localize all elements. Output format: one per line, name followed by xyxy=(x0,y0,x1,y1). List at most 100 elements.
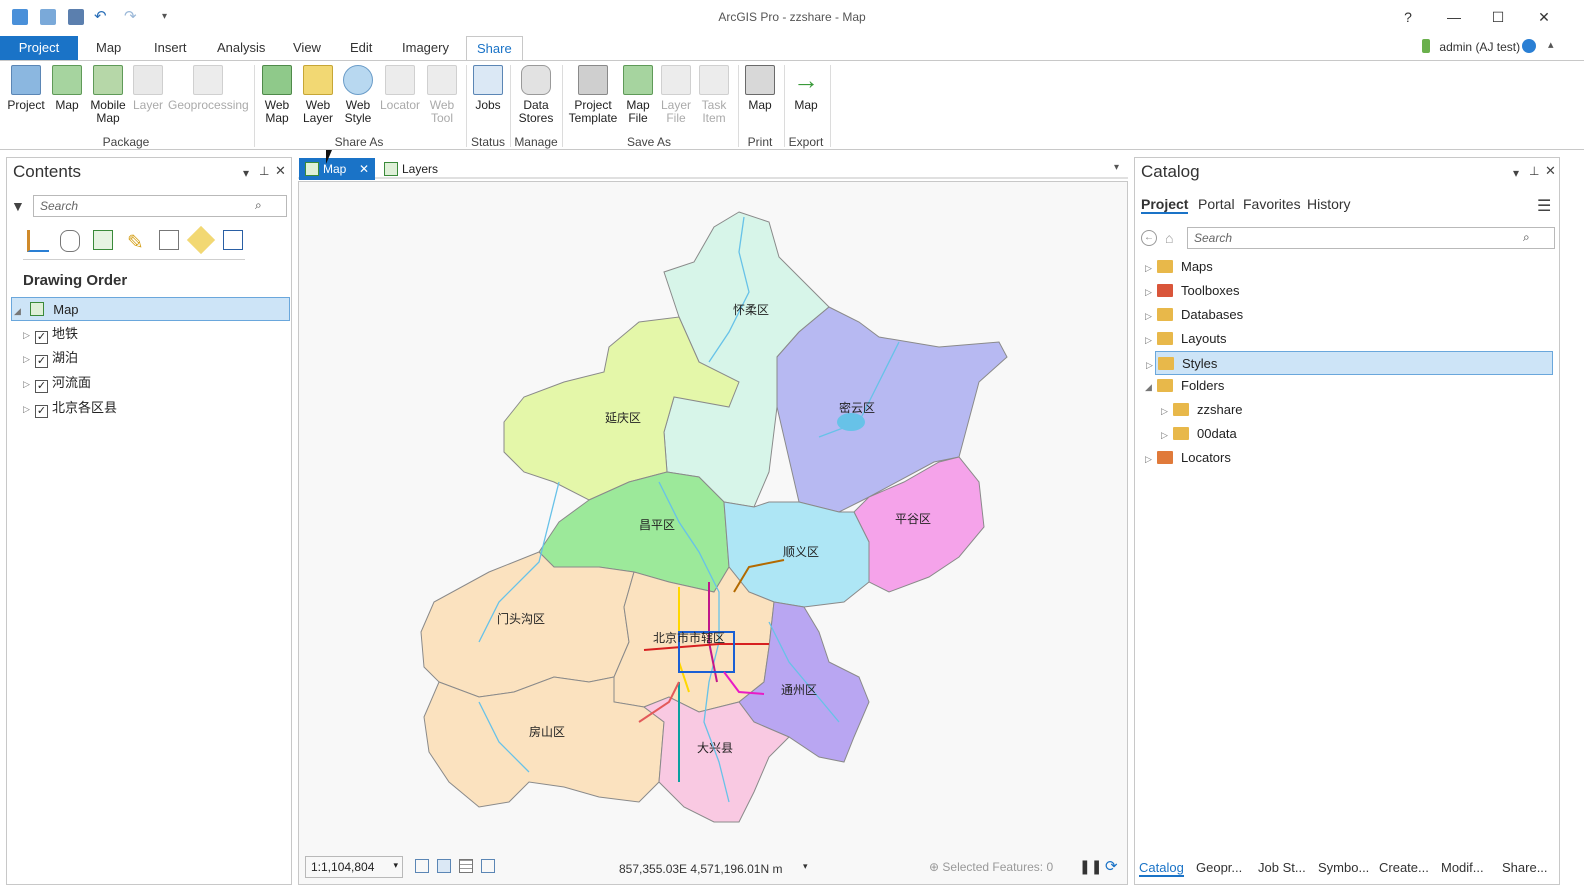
search-icon[interactable]: ⌕ xyxy=(1523,230,1530,245)
help-button[interactable]: ? xyxy=(1394,6,1422,28)
visibility-checkbox[interactable]: ✓ xyxy=(35,355,48,368)
expand-arrow-icon[interactable]: ▷ xyxy=(1161,399,1173,423)
pin-icon[interactable]: ⊥ xyxy=(259,164,269,178)
share-locator-button[interactable]: Locator xyxy=(378,65,422,112)
catalog-tab-portal[interactable]: Portal xyxy=(1198,196,1235,212)
package-geoprocessing-button[interactable]: Geoprocessing xyxy=(168,65,249,112)
catalog-item-folders[interactable]: ◢ Folders xyxy=(1145,374,1224,398)
package-map-button[interactable]: Map xyxy=(50,65,84,112)
maximize-button[interactable]: ☐ xyxy=(1484,6,1512,28)
layer-item[interactable]: ▷ ✓ 河流面 xyxy=(23,371,91,395)
catalog-item-toolboxes[interactable]: ▷ Toolboxes xyxy=(1145,279,1240,303)
expand-arrow-icon[interactable]: ▷ xyxy=(1145,280,1157,304)
bottom-tab-symbology[interactable]: Symbo... xyxy=(1318,860,1369,875)
map-file-button[interactable]: Map File xyxy=(622,65,654,125)
tab-map[interactable]: Map xyxy=(86,36,131,60)
catalog-item-maps[interactable]: ▷ Maps xyxy=(1145,255,1213,279)
pane-options-icon[interactable]: ▾ xyxy=(1513,166,1519,180)
map-view[interactable]: 怀柔区 密云区 延庆区 平谷区 昌平区 顺义区 门头沟区 北京市市辖区 通州区 … xyxy=(298,181,1128,885)
catalog-item-databases[interactable]: ▷ Databases xyxy=(1145,303,1243,327)
tab-analysis[interactable]: Analysis xyxy=(207,36,275,60)
catalog-tab-project[interactable]: Project xyxy=(1141,196,1189,214)
share-web-map-button[interactable]: Web Map xyxy=(260,65,294,125)
close-button[interactable]: ✕ xyxy=(1530,6,1558,28)
task-item-button[interactable]: Task Item xyxy=(696,65,732,125)
project-template-button[interactable]: Project Template xyxy=(566,65,620,125)
list-by-snapping-icon[interactable] xyxy=(159,230,179,250)
catalog-item-locators[interactable]: ▷ Locators xyxy=(1145,446,1231,470)
expand-arrow-icon[interactable]: ▷ xyxy=(1145,447,1157,471)
visibility-checkbox[interactable]: ✓ xyxy=(35,331,48,344)
pane-options-icon[interactable]: ▾ xyxy=(243,166,249,180)
bottom-tab-modify[interactable]: Modif... xyxy=(1441,860,1484,875)
tab-share[interactable]: Share xyxy=(466,36,523,61)
hamburger-menu-icon[interactable]: ☰ xyxy=(1537,196,1551,216)
expand-arrow-icon[interactable]: ▷ xyxy=(23,397,35,421)
pin-icon[interactable]: ⊥ xyxy=(1529,164,1539,178)
layer-item[interactable]: ▷ ✓ 湖泊 xyxy=(23,346,78,370)
tab-imagery[interactable]: Imagery xyxy=(392,36,459,60)
package-project-button[interactable]: Project xyxy=(6,65,46,112)
export-map-button[interactable]: → Map xyxy=(788,65,824,112)
refresh-icon[interactable]: ⟳ xyxy=(1105,857,1118,875)
layer-item[interactable]: ▷ ✓ 地铁 xyxy=(23,322,78,346)
back-icon[interactable]: ← xyxy=(1141,230,1157,246)
catalog-item-layouts[interactable]: ▷ Layouts xyxy=(1145,327,1227,351)
catalog-item-zzshare[interactable]: ▷ zzshare xyxy=(1161,398,1243,422)
package-layer-button[interactable]: Layer xyxy=(132,65,164,112)
collapse-ribbon-icon[interactable]: ▴ xyxy=(1548,38,1554,51)
close-tab-icon[interactable]: ✕ xyxy=(359,158,369,180)
collapse-arrow-icon[interactable]: ◢ xyxy=(1145,375,1157,399)
search-icon[interactable]: ⌕ xyxy=(255,198,262,213)
grid-icon[interactable] xyxy=(459,859,473,873)
share-web-tool-button[interactable]: Web Tool xyxy=(424,65,460,125)
close-icon[interactable]: ✕ xyxy=(1545,163,1556,179)
bottom-tab-catalog[interactable]: Catalog xyxy=(1139,860,1184,877)
map-canvas[interactable]: 怀柔区 密云区 延庆区 平谷区 昌平区 顺义区 门头沟区 北京市市辖区 通州区 … xyxy=(299,182,1127,852)
expand-arrow-icon[interactable]: ▷ xyxy=(23,347,35,371)
tab-layers-view[interactable]: Layers xyxy=(378,158,448,180)
layer-item[interactable]: ▷ ✓ 北京各区县 xyxy=(23,396,117,420)
expand-arrow-icon[interactable]: ▷ xyxy=(1161,423,1173,447)
minimize-button[interactable]: — xyxy=(1440,6,1468,28)
expand-arrow-icon[interactable]: ▷ xyxy=(1145,328,1157,352)
bottom-tab-share[interactable]: Share... xyxy=(1502,860,1548,875)
catalog-item-00data[interactable]: ▷ 00data xyxy=(1161,422,1237,446)
navigate-icon[interactable] xyxy=(437,859,451,873)
bottom-tab-create[interactable]: Create... xyxy=(1379,860,1429,875)
tab-view[interactable]: View xyxy=(283,36,331,60)
collapse-arrow-icon[interactable]: ◢ xyxy=(14,299,26,323)
expand-arrow-icon[interactable]: ▷ xyxy=(1145,304,1157,328)
coordinate-format-dropdown-icon[interactable]: ▾ xyxy=(803,861,808,872)
catalog-tab-history[interactable]: History xyxy=(1307,196,1351,212)
tab-map-view[interactable]: Map ✕ xyxy=(299,158,375,180)
data-stores-button[interactable]: Data Stores xyxy=(514,65,558,125)
catalog-tab-favorites[interactable]: Favorites xyxy=(1243,196,1301,212)
user-menu[interactable]: admin (AJ test) ▾ xyxy=(1422,39,1528,54)
jobs-button[interactable]: Jobs xyxy=(470,65,506,112)
list-by-labeling-icon[interactable] xyxy=(186,225,216,255)
list-by-data-source-icon[interactable] xyxy=(60,230,80,252)
bottom-tab-job-status[interactable]: Job St... xyxy=(1258,860,1306,875)
close-icon[interactable]: ✕ xyxy=(275,163,286,179)
expand-arrow-icon[interactable]: ▷ xyxy=(23,323,35,347)
list-by-selection-icon[interactable] xyxy=(93,230,113,250)
expand-arrow-icon[interactable]: ▷ xyxy=(1145,256,1157,280)
fixed-zoom-icon[interactable] xyxy=(415,859,429,873)
pause-drawing-icon[interactable]: ❚❚ xyxy=(1079,858,1102,875)
bottom-tab-geoprocessing[interactable]: Geopr... xyxy=(1196,860,1242,875)
share-web-style-button[interactable]: Web Style xyxy=(340,65,376,125)
scale-selector[interactable]: 1:1,104,804 ▾ xyxy=(305,856,403,878)
tab-insert[interactable]: Insert xyxy=(144,36,197,60)
list-by-perspective-imagery-icon[interactable] xyxy=(223,230,243,250)
map-node[interactable]: ◢ Map xyxy=(11,297,290,321)
layer-file-button[interactable]: Layer File xyxy=(658,65,694,125)
expand-arrow-icon[interactable]: ▷ xyxy=(23,372,35,396)
list-by-drawing-order-icon[interactable] xyxy=(27,230,49,252)
catalog-item-styles[interactable]: ▷ Styles xyxy=(1146,351,1553,375)
tab-project[interactable]: Project xyxy=(0,36,78,60)
filter-icon[interactable]: ▼ xyxy=(11,198,25,214)
catalog-search-input[interactable]: Search xyxy=(1187,227,1555,249)
visibility-checkbox[interactable]: ✓ xyxy=(35,405,48,418)
tab-list-dropdown-icon[interactable]: ▾ xyxy=(1114,162,1119,173)
